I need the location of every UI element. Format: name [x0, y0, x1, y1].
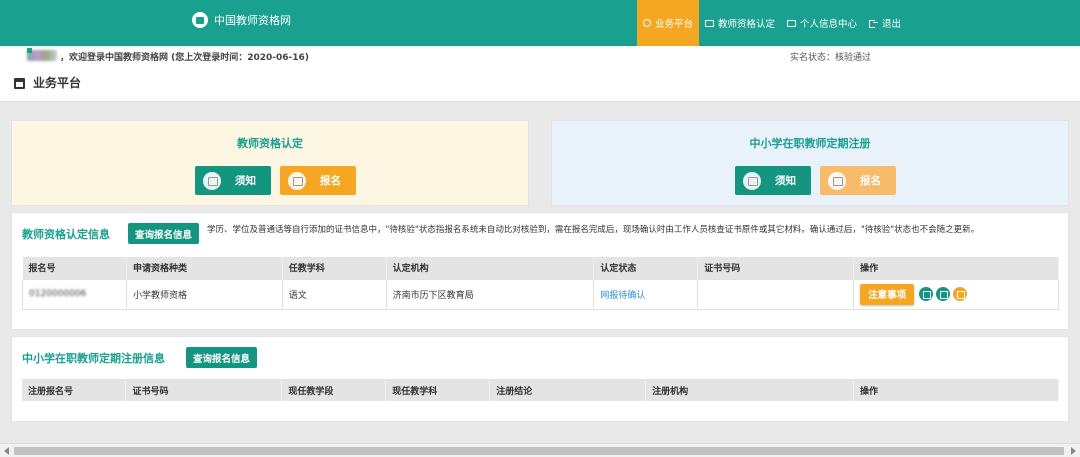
nav-label: 退出: [882, 19, 902, 30]
registration-id-cell: 0120000006: [22, 278, 127, 310]
nav-label: 业务平台: [655, 19, 694, 30]
clipboard-icon: [828, 171, 846, 190]
registration-apply-button[interactable]: 报名: [820, 166, 896, 195]
nav-personal-center[interactable]: 个人信息中心: [781, 0, 863, 46]
registration-info-panel: 中小学在职教师定期注册信息 查询报名信息 注册报名号 证书号码 现任教学段 现任…: [11, 336, 1069, 422]
site-title: 中国教师资格网: [214, 14, 291, 27]
status-link[interactable]: 网报待确认: [600, 291, 645, 301]
user-icon: [27, 48, 32, 53]
document-icon: [203, 171, 221, 190]
query-registration-button[interactable]: 查询报名信息: [186, 347, 258, 368]
registration-id: 0120000006: [29, 289, 87, 299]
page-title: 业务平台: [33, 76, 82, 90]
certification-notice-button[interactable]: 须知: [195, 166, 271, 195]
registration-table: 注册报名号 证书号码 现任教学段 现任教学科 注册结论 注册机构 操作: [22, 379, 1059, 401]
registration-card: 中小学在职教师定期注册 须知 报名: [551, 120, 1069, 206]
edit-icon[interactable]: [953, 287, 968, 301]
monitor-icon: [787, 19, 797, 27]
table-row: 0120000006 小学教师资格 语文 济南市历下区教育局 网报待确认 注意事…: [22, 278, 1059, 310]
horizontal-scrollbar[interactable]: [0, 443, 1080, 457]
welcome-bar: ，欢迎登录中国教师资格网 (您上次登录时间：2020-06-16) 实名状态：核…: [0, 46, 1080, 68]
welcome-message: ，欢迎登录中国教师资格网 (您上次登录时间：2020-06-16): [60, 53, 309, 63]
nav-logout[interactable]: 退出: [863, 0, 907, 46]
verification-notice: 学历、学位及普通话等自行添加的证书信息中，"待核验"状态指报名系统未自动比对核验…: [207, 225, 980, 235]
certification-apply-button[interactable]: 报名: [280, 166, 356, 195]
column-header: 证书号码: [125, 379, 283, 401]
logo-icon: [192, 12, 208, 28]
column-header: 申请资格种类: [126, 257, 283, 279]
nav-label: 教师资格认定: [718, 19, 776, 30]
column-header: 注册结论: [489, 379, 647, 401]
query-certification-button[interactable]: 查询报名信息: [128, 223, 200, 244]
main-nav: 业务平台 教师资格认定 个人信息中心 退出: [637, 0, 907, 46]
table-header-row: 注册报名号 证书号码 现任教学段 现任教学科 注册结论 注册机构 操作: [22, 379, 1059, 401]
verification-status: 实名状态：核验通过: [790, 53, 872, 63]
column-header: 注册报名号: [22, 379, 127, 401]
panel-title: 教师资格认定信息: [22, 228, 110, 241]
card-actions: 须知 报名: [735, 166, 896, 195]
column-header: 操作: [853, 379, 1059, 401]
button-label: 须知: [775, 175, 796, 187]
column-header: 认定机构: [386, 257, 595, 279]
certification-table: 报名号 申请资格种类 任教学科 认定机构 认定状态 证书号码 操作 012000…: [22, 257, 1059, 310]
column-header: 证书号码: [697, 257, 855, 279]
column-header: 任教学科: [282, 257, 387, 279]
clipboard-icon: [288, 171, 306, 190]
page-title-bar: 业务平台: [0, 68, 1080, 102]
precautions-button[interactable]: 注意事项: [860, 283, 915, 305]
column-header: 注册机构: [645, 379, 855, 401]
document-icon: [743, 171, 761, 190]
monitor-icon: [705, 19, 715, 27]
row-actions: 注意事项: [860, 283, 1058, 305]
certification-card: 教师资格认定 须知 报名: [11, 120, 529, 206]
qualification-type-cell: 小学教师资格: [125, 278, 283, 310]
column-header: 操作: [853, 257, 1059, 279]
panel-title: 中小学在职教师定期注册信息: [22, 352, 165, 365]
scrollbar-thumb[interactable]: [14, 447, 1064, 455]
certification-info-panel: 教师资格认定信息 查询报名信息 学历、学位及普通话等自行添加的证书信息中，"待核…: [11, 212, 1069, 330]
column-header: 现任教学段: [281, 379, 387, 401]
status-cell: 网报待确认: [593, 278, 699, 310]
button-label: 报名: [320, 175, 341, 187]
view-icon[interactable]: [919, 287, 934, 301]
certificate-number-cell: [697, 278, 855, 310]
actions-cell: 注意事项: [853, 278, 1059, 310]
nav-label: 个人信息中心: [800, 19, 858, 30]
column-header: 现任教学科: [385, 379, 491, 401]
top-header: 中国教师资格网 业务平台 教师资格认定 个人信息中心 退出: [0, 0, 1080, 46]
column-header: 认定状态: [593, 257, 699, 279]
platform-icon: [643, 19, 651, 27]
scroll-left-icon[interactable]: [4, 447, 9, 455]
scroll-right-icon[interactable]: [1071, 447, 1076, 455]
print-icon[interactable]: [936, 287, 951, 301]
card-title: 教师资格认定: [237, 137, 303, 150]
archive-icon: [14, 78, 25, 89]
exit-icon: [869, 19, 879, 28]
site-logo[interactable]: 中国教师资格网: [192, 12, 291, 28]
button-label: 须知: [235, 175, 256, 187]
agency-cell: 济南市历下区教育局: [385, 278, 595, 310]
nav-certification[interactable]: 教师资格认定: [699, 0, 781, 46]
column-header: 报名号: [22, 257, 127, 279]
subject-cell: 语文: [281, 278, 387, 310]
card-title: 中小学在职教师定期注册: [749, 137, 871, 150]
button-label: 报名: [860, 175, 881, 187]
registration-notice-button[interactable]: 须知: [735, 166, 811, 195]
card-actions: 须知 报名: [195, 166, 356, 195]
nav-business-platform[interactable]: 业务平台: [637, 0, 700, 46]
table-header-row: 报名号 申请资格种类 任教学科 认定机构 认定状态 证书号码 操作: [22, 257, 1059, 279]
